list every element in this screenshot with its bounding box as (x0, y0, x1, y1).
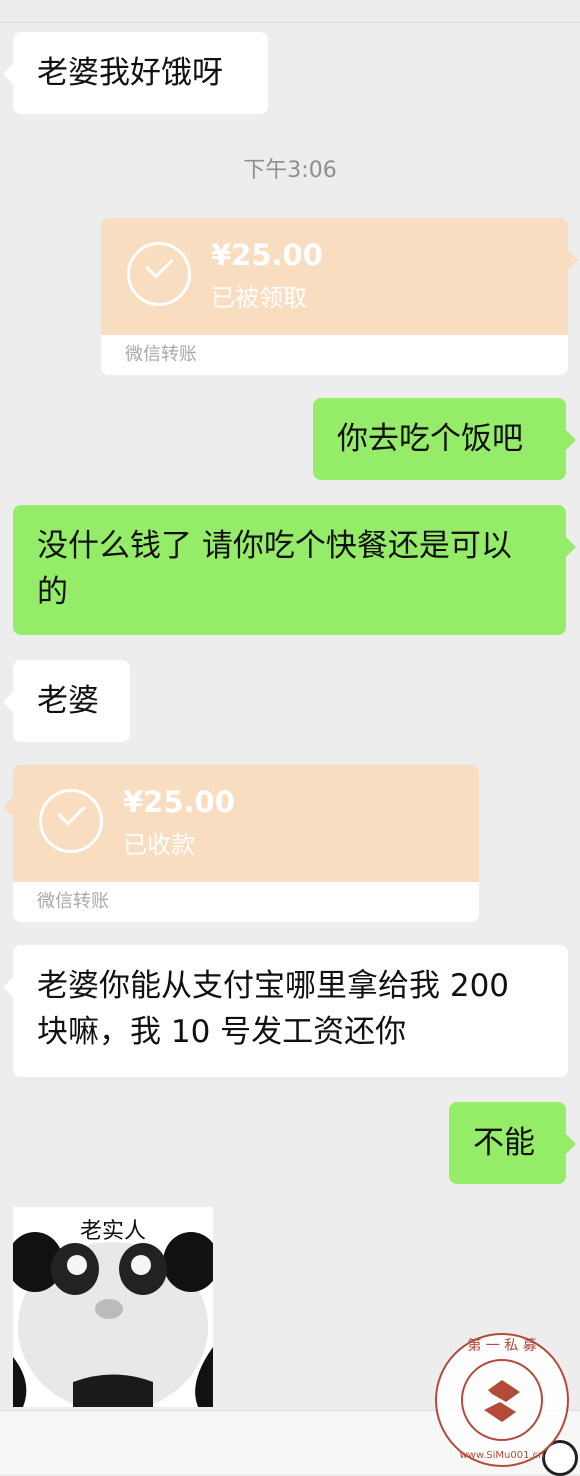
message-text: 没什么钱了 请你吃个快餐还是可以的 (37, 528, 512, 610)
transfer-sent[interactable]: ¥25.00 已被领取 微信转账 (101, 218, 578, 375)
transfer-label: 微信转账 (101, 335, 568, 375)
check-circle-icon (127, 242, 191, 306)
panda-sticker[interactable]: 老实人 (7, 1207, 219, 1412)
transfer-status: 已被领取 (211, 284, 307, 312)
transfer-amount: ¥25.00 (211, 238, 323, 272)
message-sent-1[interactable]: 你去吃个饭吧 (313, 398, 576, 480)
timestamp: 下午3:06 (243, 158, 337, 183)
transfer-received[interactable]: ¥25.00 已收款 微信转账 (3, 765, 479, 922)
transfer-card: ¥25.00 已收款 (3, 765, 479, 882)
top-divider (0, 22, 580, 23)
check-circle-icon (39, 789, 103, 853)
transfer-label: 微信转账 (13, 882, 479, 922)
message-received-2[interactable]: 老婆 (3, 660, 130, 742)
svg-text:第 一 私 募: 第 一 私 募 (467, 1337, 536, 1354)
message-sent-3[interactable]: 不能 (449, 1102, 576, 1184)
watermark-logo: 第 一 私 募 www.SiMu001.cn (435, 1333, 569, 1467)
message-text: 不能 (473, 1125, 535, 1161)
message-text: 老婆 (37, 683, 99, 719)
message-sent-2[interactable]: 没什么钱了 请你吃个快餐还是可以的 (13, 505, 576, 635)
transfer-amount: ¥25.00 (123, 785, 235, 819)
transfer-card: ¥25.00 已被领取 (101, 218, 578, 335)
sticker-caption: 老实人 (79, 1219, 146, 1244)
transfer-status: 已收款 (123, 831, 195, 859)
svg-text:www.SiMu001.cn: www.SiMu001.cn (460, 1450, 545, 1461)
message-text: 老婆我好饿呀 (37, 55, 223, 91)
message-received-3[interactable]: 老婆你能从支付宝哪里拿给我 200 块嘛，我 10 号发工资还你 (3, 945, 568, 1077)
message-received-1[interactable]: 老婆我好饿呀 (3, 32, 268, 114)
message-text: 你去吃个饭吧 (337, 421, 523, 457)
message-text: 老婆你能从支付宝哪里拿给我 200 块嘛，我 10 号发工资还你 (37, 968, 510, 1050)
